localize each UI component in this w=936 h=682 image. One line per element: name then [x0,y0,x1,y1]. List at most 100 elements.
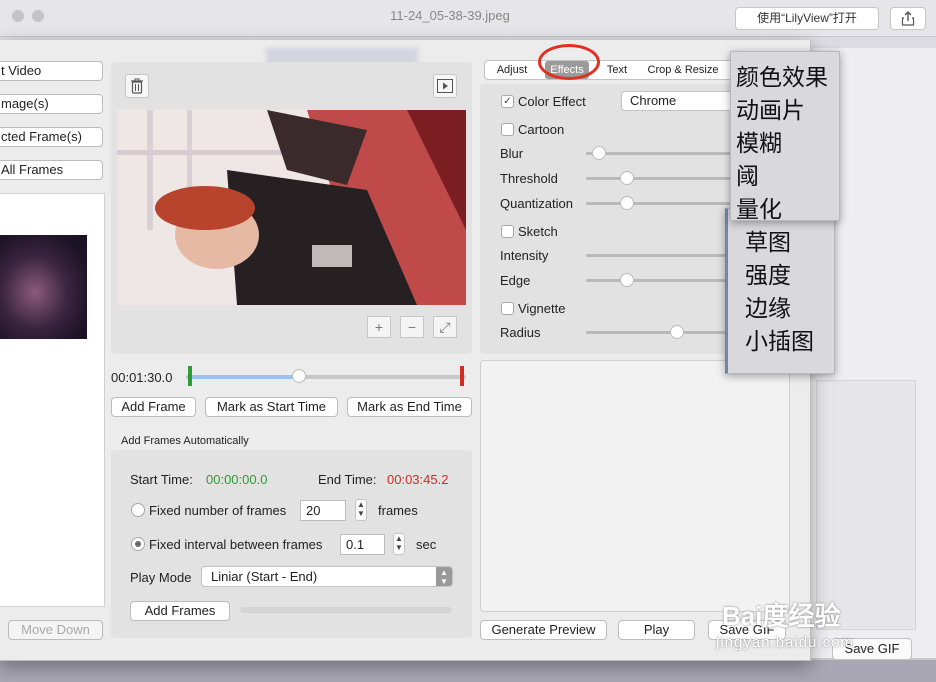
tab-crop-resize[interactable]: Crop & Resize [643,61,723,79]
import-images-button[interactable]: mage(s) [0,94,103,114]
select-arrows-icon: ▲ ▼ [436,567,452,586]
color-effect-select[interactable]: Chrome [621,91,733,111]
fixed-number-stepper[interactable]: ▲ ▼ [355,499,367,521]
end-marker[interactable] [460,366,464,386]
color-effect-label: Color Effect [518,94,586,109]
threshold-slider-knob[interactable] [620,171,634,185]
play-mode-value: Liniar (Start - End) [211,569,318,584]
generate-preview-button[interactable]: Generate Preview [480,620,607,640]
fixed-interval-input[interactable]: 0.1 [340,534,385,555]
play-icon [437,79,453,93]
play-button[interactable]: Play [618,620,695,640]
play-preview-button[interactable] [433,74,457,98]
watermark-url: jingyan.baidu.com [716,634,854,651]
translation-edge: 边缘 [745,295,791,321]
delete-selected-frames-button[interactable]: cted Frame(s) [0,127,103,147]
quantization-label: Quantization [500,196,573,211]
start-time-label: Start Time: [130,472,193,487]
intensity-slider[interactable] [586,254,731,257]
gif-preview-area [480,360,790,612]
share-icon [901,11,915,26]
radius-slider[interactable] [586,331,731,334]
threshold-slider[interactable] [586,177,731,180]
open-with-button[interactable]: 使用“LilyView”打开 [735,7,879,30]
background-preview-area [816,380,916,630]
translation-cartoon: 动画片 [736,97,805,123]
trash-icon [131,78,143,94]
translation-menu-1: 颜色效果 动画片 模糊 阈 量化 [730,51,840,222]
blur-slider[interactable] [586,152,731,155]
edge-slider-knob[interactable] [620,273,634,287]
auto-frames-title: Add Frames Automatically [121,435,249,447]
video-frame-preview [117,110,466,305]
translation-sketch: 草图 [745,229,791,255]
fixed-number-input[interactable]: 20 [300,500,346,521]
sketch-label: Sketch [518,224,558,239]
fixed-interval-stepper[interactable]: ▲ ▼ [393,533,405,555]
translation-threshold: 阈 [736,163,759,189]
fixed-number-label: Fixed number of frames [149,503,287,518]
frames-unit: frames [378,503,418,518]
tab-text[interactable]: Text [597,61,637,79]
share-button[interactable] [890,7,926,30]
fixed-number-radio[interactable] [131,503,145,517]
fixed-interval-radio[interactable] [131,537,145,551]
blur-label: Blur [500,146,524,161]
radius-label: Radius [500,325,541,340]
minimize-window-icon[interactable] [32,10,44,22]
tab-bar: Adjust Effects Text Crop & Resize [484,60,739,80]
translation-intensity: 强度 [745,262,791,288]
translation-color-effect: 颜色效果 [736,64,828,90]
frame-thumbnail[interactable] [0,235,87,339]
translation-vignette: 小插图 [745,328,814,354]
play-mode-select[interactable]: Liniar (Start - End) ▲ ▼ [201,566,453,587]
main-window: t Video mage(s) cted Frame(s) All Frames… [0,40,811,661]
mark-start-time-button[interactable]: Mark as Start Time [205,397,338,417]
vignette-label: Vignette [518,301,566,316]
background-strip [0,660,936,682]
current-time: 00:01:30.0 [111,370,173,385]
translation-quantization: 量化 [736,196,782,222]
start-time-value: 00:00:00.0 [206,472,268,487]
cartoon-label: Cartoon [518,122,565,137]
end-time-value: 00:03:45.2 [387,472,449,487]
move-down-button[interactable]: Move Down [8,620,103,640]
delete-all-frames-button[interactable]: All Frames [0,160,103,180]
sec-unit: sec [416,537,437,552]
start-marker[interactable] [188,366,192,386]
edge-slider[interactable] [586,279,731,282]
close-window-icon[interactable] [12,10,24,22]
vignette-checkbox[interactable] [501,302,514,315]
play-mode-label: Play Mode [130,570,192,585]
blur-slider-knob[interactable] [592,146,606,160]
radius-slider-knob[interactable] [670,325,684,339]
mark-end-time-button[interactable]: Mark as End Time [347,397,472,417]
add-frame-button[interactable]: Add Frame [111,397,196,417]
threshold-label: Threshold [500,171,558,186]
watermark-brand: Bai度经验 [722,601,841,631]
end-time-label: End Time: [318,472,377,487]
add-frames-button[interactable]: Add Frames [130,601,230,621]
zoom-out-button[interactable]: − [400,316,424,338]
translation-blur: 模糊 [736,130,782,156]
intensity-label: Intensity [500,248,549,263]
cartoon-checkbox[interactable] [501,123,514,136]
quantization-slider[interactable] [586,202,731,205]
timeline-selected-range [190,375,300,379]
effects-tab-highlight-circle [538,44,600,80]
tab-adjust[interactable]: Adjust [485,61,539,79]
import-video-button[interactable]: t Video [0,61,103,81]
add-frames-progress [240,607,452,613]
color-effect-checkbox[interactable]: ✓ [501,95,514,108]
delete-frame-button[interactable] [125,74,149,98]
quantization-slider-knob[interactable] [620,196,634,210]
timeline-playhead[interactable] [292,369,306,383]
edge-label: Edge [500,273,531,288]
sketch-checkbox[interactable] [501,225,514,238]
translation-menu-2: 草图 强度 边缘 小插图 [725,208,835,374]
expand-button[interactable]: ⤢ [433,316,457,338]
fixed-interval-label: Fixed interval between frames [149,537,323,552]
zoom-in-button[interactable]: + [367,316,391,338]
video-frame-image [117,110,466,305]
window-title: 11-24_05-38-39.jpeg [390,8,510,23]
